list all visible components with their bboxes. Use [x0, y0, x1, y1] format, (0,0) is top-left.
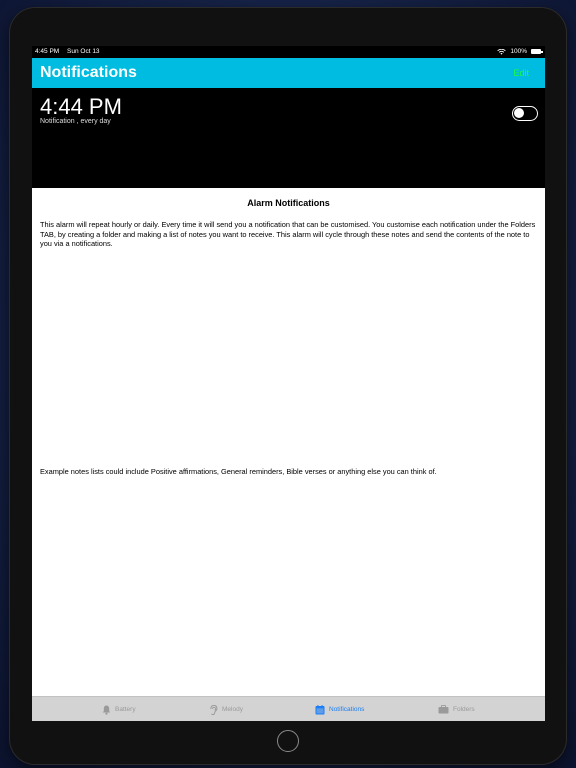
- home-button[interactable]: [277, 730, 299, 752]
- status-date: Sun Oct 13: [67, 48, 100, 55]
- calendar-icon: [315, 704, 325, 714]
- tab-label: Battery: [115, 706, 136, 713]
- page-title: Notifications: [40, 64, 137, 81]
- briefcase-icon: [438, 705, 449, 714]
- tab-folders[interactable]: Folders: [438, 697, 475, 721]
- battery-percent: 100%: [510, 48, 527, 55]
- app-screen: 4:45 PM Sun Oct 13 100% Notifications Ed…: [32, 46, 545, 721]
- battery-icon: [531, 49, 543, 54]
- description-panel: Alarm Notifications This alarm will repe…: [32, 188, 545, 696]
- ear-icon: [210, 704, 218, 715]
- alarm-subtitle: Notification , every day: [40, 118, 111, 125]
- status-time: 4:45 PM: [35, 48, 60, 55]
- navigation-bar: Notifications Edit: [32, 58, 545, 88]
- description-paragraph: This alarm will repeat hourly or daily. …: [40, 220, 536, 249]
- wifi-icon: [497, 48, 507, 55]
- tab-battery[interactable]: Battery: [102, 697, 136, 721]
- toggle-knob: [514, 108, 524, 118]
- status-bar: 4:45 PM Sun Oct 13 100%: [32, 46, 545, 58]
- alarm-row[interactable]: 4:44 PM Notification , every day: [32, 88, 545, 188]
- tab-bar: Battery Melody Notifications Folders: [32, 696, 545, 721]
- tab-label: Folders: [453, 706, 475, 713]
- tab-label: Notifications: [329, 706, 365, 713]
- bell-icon: [102, 705, 111, 715]
- edit-button[interactable]: Edit: [513, 68, 529, 78]
- tab-notifications[interactable]: Notifications: [315, 697, 364, 721]
- tab-label: Melody: [222, 706, 243, 713]
- section-heading: Alarm Notifications: [247, 198, 330, 208]
- alarm-time: 4:44 PM: [40, 94, 122, 119]
- tab-melody[interactable]: Melody: [208, 697, 243, 721]
- alarm-toggle[interactable]: [512, 106, 538, 121]
- example-paragraph: Example notes lists could include Positi…: [40, 467, 437, 476]
